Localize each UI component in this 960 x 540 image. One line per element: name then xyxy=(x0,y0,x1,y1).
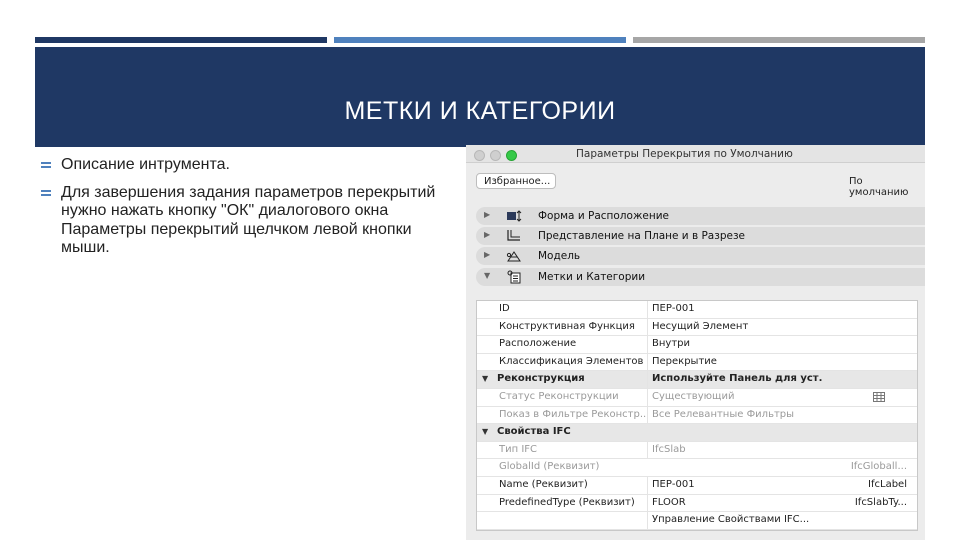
property-row-name[interactable]: Name (Реквизит) ПЕР-001 IfcLabel xyxy=(477,476,917,495)
property-value[interactable]: Несущий Элемент xyxy=(647,318,822,336)
bullet-item: Описание интрумента. xyxy=(40,156,440,175)
group-header-ifc-properties[interactable]: ▼ Свойства IFC xyxy=(477,424,917,442)
section-tags-categories[interactable]: ▼ Метки и Категории xyxy=(476,268,925,286)
section-model[interactable]: ▶ Модель xyxy=(476,247,925,265)
property-row-structural-function[interactable]: Конструктивная Функция Несущий Элемент xyxy=(477,318,917,337)
property-value[interactable]: Перекрытие xyxy=(647,353,822,371)
property-value[interactable]: IfcSlab xyxy=(647,441,822,459)
property-value[interactable]: ПЕР-001 xyxy=(647,301,822,318)
section-label: Модель xyxy=(538,250,581,262)
manage-ifc-properties-button[interactable]: Управление Свойствами IFC... xyxy=(647,512,822,529)
property-row-renovation-status[interactable]: Статус Реконструкции Существующий xyxy=(477,388,917,407)
title-band: МЕТКИ И КАТЕГОРИИ xyxy=(35,47,925,147)
property-type: IfcGloball... xyxy=(850,461,907,473)
property-name: GlobalId (Реквизит) xyxy=(499,461,600,473)
property-name: Конструктивная Функция xyxy=(499,320,635,332)
zoom-window-button[interactable] xyxy=(506,150,517,161)
section-plan-section[interactable]: ▶ Представление на Плане и в Разрезе xyxy=(476,227,925,245)
favorites-button[interactable]: Избранное... xyxy=(476,173,556,189)
grid-list-icon[interactable] xyxy=(873,391,885,402)
property-type: IfcLabel xyxy=(868,478,907,490)
property-name: Name (Реквизит) xyxy=(499,478,588,490)
property-value[interactable]: Существующий xyxy=(647,388,822,406)
property-name: Расположение xyxy=(499,338,577,350)
group-value: Используйте Панель для уст... xyxy=(647,371,822,388)
property-row-renovation-filter[interactable]: Показ в Фильтре Реконстр... Все Релевант… xyxy=(477,406,917,425)
section-label: Форма и Расположение xyxy=(538,210,670,222)
property-value[interactable]: Все Релевантные Фильтры xyxy=(647,406,822,424)
property-row-predefined-type[interactable]: PredefinedType (Реквизит) FLOOR IfcSlabT… xyxy=(477,494,917,513)
bullet-item: Для завершения задания параметров перекр… xyxy=(40,184,440,258)
close-window-button[interactable] xyxy=(474,150,485,161)
collapse-triangle-icon: ▼ xyxy=(484,271,491,280)
section-label: Метки и Категории xyxy=(538,271,646,283)
top-bar-navy xyxy=(35,37,327,43)
property-value[interactable]: Внутри xyxy=(647,336,822,353)
top-bar-blue xyxy=(334,37,626,43)
dialog-title: Параметры Перекрытия по Умолчанию xyxy=(576,148,793,160)
slide-title: МЕТКИ И КАТЕГОРИИ xyxy=(344,97,616,125)
expand-triangle-icon: ▶ xyxy=(484,210,491,219)
top-bar-gray xyxy=(633,37,925,43)
collapse-triangle-icon: ▼ xyxy=(482,427,489,437)
expand-triangle-icon: ▶ xyxy=(484,250,491,259)
property-name: Статус Реконструкции xyxy=(499,390,619,402)
property-row-classification[interactable]: Классификация Элементов Перекрытие xyxy=(477,353,917,372)
property-row-globalid[interactable]: GlobalId (Реквизит) IfcGloball... xyxy=(477,459,917,477)
property-value[interactable]: FLOOR xyxy=(647,494,822,512)
default-label: По умолчанию xyxy=(849,176,909,198)
property-row-id[interactable]: ID ПЕР-001 xyxy=(477,301,917,319)
group-name: Свойства IFC xyxy=(497,426,571,438)
property-row-position[interactable]: Расположение Внутри xyxy=(477,336,917,354)
model-icon xyxy=(506,251,521,262)
dialog-window: Параметры Перекрытия по Умолчанию Избран… xyxy=(466,145,925,540)
manage-ifc-properties-row[interactable]: Управление Свойствами IFC... xyxy=(477,512,917,530)
group-header-renovation[interactable]: ▼ Реконструкция Используйте Панель для у… xyxy=(477,371,917,389)
bullet-list: Описание интрумента. Для завершения зада… xyxy=(40,156,440,267)
slab-shape-icon xyxy=(507,210,522,222)
property-row-ifc-type[interactable]: Тип IFC IfcSlab xyxy=(477,441,917,460)
expand-triangle-icon: ▶ xyxy=(484,230,491,239)
floor-plan-icon xyxy=(507,230,520,241)
collapse-triangle-icon: ▼ xyxy=(482,374,489,384)
property-value[interactable]: ПЕР-001 xyxy=(647,476,822,494)
property-name: PredefinedType (Реквизит) xyxy=(499,496,635,508)
properties-grid: ID ПЕР-001 Конструктивная Функция Несущи… xyxy=(476,300,918,531)
property-name: Тип IFC xyxy=(499,443,538,455)
tag-icon xyxy=(507,270,521,284)
section-label: Представление на Плане и в Разрезе xyxy=(538,230,745,242)
minimize-window-button[interactable] xyxy=(490,150,501,161)
section-shape-position[interactable]: ▶ Форма и Расположение xyxy=(476,207,925,225)
property-name: Показ в Фильтре Реконстр... xyxy=(499,408,647,420)
dialog-titlebar: Параметры Перекрытия по Умолчанию xyxy=(466,145,925,163)
group-name: Реконструкция xyxy=(497,373,585,385)
property-name: ID xyxy=(499,303,510,314)
property-type: IfcSlabTy... xyxy=(854,496,907,508)
property-name: Классификация Элементов xyxy=(499,355,644,367)
